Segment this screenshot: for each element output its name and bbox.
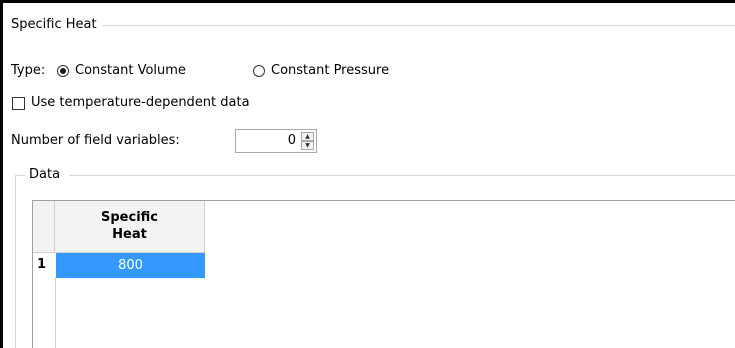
- spinner-up-arrow-icon[interactable]: ▲: [301, 132, 314, 141]
- row-gutter-divider: [55, 277, 56, 348]
- material-editor-panel: Specific Heat Type: Constant Volume Cons…: [0, 0, 735, 348]
- column-header-line1: Specific: [101, 210, 158, 225]
- row-index-1[interactable]: 1: [33, 253, 55, 277]
- specific-heat-group-title: Specific Heat: [11, 17, 97, 32]
- column-header-line2: Heat: [112, 227, 147, 242]
- spinner-buttons: ▲ ▼: [301, 132, 314, 150]
- field-variables-value[interactable]: 0: [288, 133, 296, 149]
- data-group-border-top: [69, 175, 735, 176]
- specific-heat-group-border: [103, 25, 735, 26]
- constant-pressure-radio[interactable]: [253, 65, 265, 77]
- column-header-specific-heat[interactable]: Specific Heat: [55, 201, 205, 253]
- field-variables-label: Number of field variables:: [11, 133, 180, 148]
- table-corner-cell[interactable]: [33, 201, 55, 253]
- table-cell-specific-heat-row-1[interactable]: 800: [56, 253, 205, 278]
- field-variables-spinner[interactable]: 0 ▲ ▼: [235, 129, 317, 153]
- constant-volume-radio[interactable]: [57, 65, 69, 77]
- temperature-dependent-checkbox[interactable]: [12, 97, 25, 110]
- data-group-border-left-top: [15, 175, 25, 176]
- radio-selected-dot: [60, 68, 66, 74]
- specific-heat-table: Specific Heat 1 800: [32, 200, 735, 348]
- spinner-down-arrow-icon[interactable]: ▼: [301, 141, 314, 150]
- data-group-title: Data: [29, 167, 61, 182]
- constant-volume-label[interactable]: Constant Volume: [75, 63, 186, 79]
- constant-pressure-label[interactable]: Constant Pressure: [271, 63, 389, 79]
- data-group-border-left: [15, 175, 16, 348]
- temperature-dependent-label[interactable]: Use temperature-dependent data: [31, 95, 250, 111]
- type-label: Type:: [11, 63, 46, 78]
